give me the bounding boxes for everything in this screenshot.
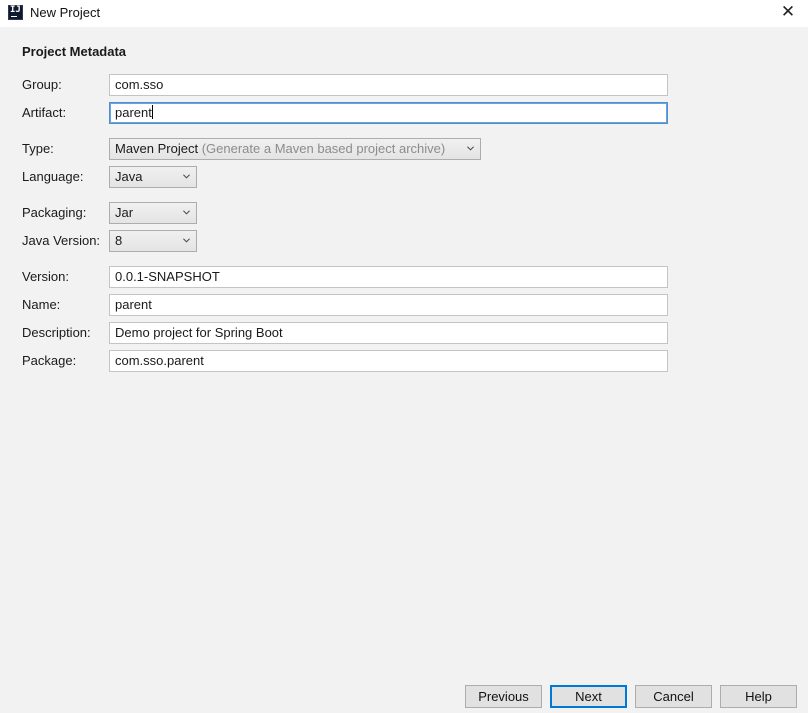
package-value: com.sso.parent <box>115 353 204 368</box>
language-dropdown[interactable]: Java <box>109 166 197 188</box>
type-label: Type: <box>22 141 54 156</box>
artifact-value: parent <box>115 105 152 120</box>
app-icon-text: IJ <box>10 5 21 15</box>
chevron-down-icon <box>467 146 474 151</box>
name-label: Name: <box>22 297 61 312</box>
packaging-dropdown[interactable]: Jar <box>109 202 197 224</box>
artifact-input[interactable]: parent <box>109 102 668 124</box>
section-title: Project Metadata <box>22 44 127 59</box>
intellij-icon: IJ <box>8 5 23 20</box>
packaging-value: Jar <box>115 205 134 220</box>
language-label: Language: <box>22 169 84 184</box>
cancel-button[interactable]: Cancel <box>635 685 712 708</box>
package-input[interactable]: com.sso.parent <box>109 350 668 372</box>
packaging-label: Packaging: <box>22 205 87 220</box>
language-value: Java <box>115 169 143 184</box>
java-version-label: Java Version: <box>22 233 101 248</box>
java-version-value: 8 <box>115 233 123 248</box>
package-label: Package: <box>22 353 77 368</box>
previous-button[interactable]: Previous <box>465 685 542 708</box>
description-input[interactable]: Demo project for Spring Boot <box>109 322 668 344</box>
version-label: Version: <box>22 269 69 284</box>
next-button[interactable]: Next <box>550 685 627 708</box>
close-icon[interactable]: ✕ <box>768 0 808 27</box>
artifact-label: Artifact: <box>22 105 67 120</box>
new-project-dialog: IJ New Project ✕ Project Metadata Group:… <box>0 0 808 713</box>
version-input[interactable]: 0.0.1-SNAPSHOT <box>109 266 668 288</box>
description-value: Demo project for Spring Boot <box>115 325 283 340</box>
chevron-down-icon <box>183 174 190 179</box>
name-input[interactable]: parent <box>109 294 668 316</box>
type-hint: (Generate a Maven based project archive) <box>201 141 446 156</box>
text-caret <box>151 105 153 119</box>
type-dropdown[interactable]: Maven Project (Generate a Maven based pr… <box>109 138 481 160</box>
title-bar: IJ New Project ✕ <box>0 0 808 27</box>
chevron-down-icon <box>183 238 190 243</box>
group-value: com.sso <box>115 77 164 92</box>
description-label: Description: <box>22 325 91 340</box>
chevron-down-icon <box>183 210 190 215</box>
help-button[interactable]: Help <box>720 685 797 708</box>
type-value: Maven Project <box>115 141 199 156</box>
group-label: Group: <box>22 77 62 92</box>
name-value: parent <box>115 297 152 312</box>
group-input[interactable]: com.sso <box>109 74 668 96</box>
version-value: 0.0.1-SNAPSHOT <box>115 269 220 284</box>
window-title: New Project <box>30 5 101 20</box>
java-version-dropdown[interactable]: 8 <box>109 230 197 252</box>
